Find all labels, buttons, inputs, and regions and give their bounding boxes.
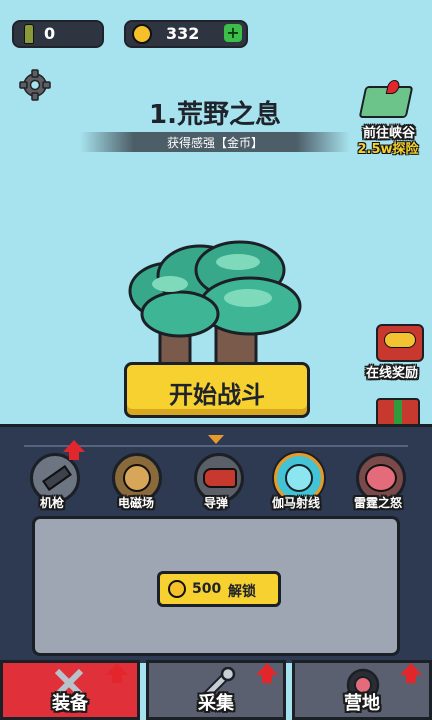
weapon-label-missile: 导弹 — [203, 496, 228, 510]
weapon-label-gamma-ray: 伽马射线 — [271, 496, 320, 510]
electromagnetic-icon — [123, 464, 151, 492]
treasure-chest-icon — [376, 324, 424, 362]
goto-canyon-sub: 2.5w探险 — [357, 142, 419, 157]
ammo-value: 0 — [44, 24, 56, 43]
level-title: 1.荒野之息 — [149, 100, 281, 130]
level-subtitle-bar: 获得感强【金币】 — [80, 132, 350, 152]
online-reward-label: 在线奖励 — [366, 366, 419, 381]
start-battle-button[interactable]: 开始战斗 — [124, 362, 310, 418]
tab-camp-label: 营地 — [344, 693, 380, 714]
gamma-ray-icon — [285, 464, 313, 492]
weapon-label-machine-gun: 机枪 — [39, 496, 64, 510]
unlock-cost: 500 — [192, 581, 222, 597]
plus-icon: + — [226, 23, 240, 42]
upgrade-arrow-icon — [63, 440, 85, 460]
online-reward-button[interactable]: 在线奖励 — [362, 322, 432, 384]
weapon-detail-area: 500 解锁 — [32, 516, 400, 656]
thunder-pig-icon — [365, 464, 397, 492]
missile-icon — [203, 468, 237, 488]
upgrade-arrow-icon — [256, 663, 278, 683]
coin-icon — [132, 24, 152, 44]
settings-button[interactable] — [18, 68, 52, 102]
unlock-label: 解锁 — [228, 584, 256, 600]
ammo-counter: 0 — [12, 20, 104, 48]
coin-value: 332 — [166, 24, 200, 43]
level-subtitle: 获得感强【金币】 — [166, 136, 263, 150]
weapon-label-electromagnetic: 电磁场 — [117, 496, 154, 510]
start-battle-label: 开始战斗 — [169, 381, 265, 409]
add-coin-button[interactable]: + — [224, 24, 242, 42]
weapon-label-thunder-pig: 雷霆之怒 — [353, 496, 402, 510]
bullet-icon — [24, 24, 34, 44]
tab-equipment-label: 装备 — [52, 693, 88, 714]
gear-icon — [19, 69, 51, 101]
goto-canyon-button[interactable]: 前往峡谷 2.5w探险 — [352, 80, 426, 160]
upgrade-arrow-icon — [106, 663, 128, 683]
coin-counter: 332 + — [124, 20, 248, 48]
machine-gun-icon — [42, 465, 72, 491]
unlock-button[interactable]: 500 解锁 — [157, 571, 281, 607]
map-icon — [358, 80, 414, 118]
coin-icon — [168, 580, 186, 598]
tab-gather-label: 采集 — [198, 693, 234, 714]
collapse-arrow-icon[interactable] — [208, 435, 224, 444]
upgrade-arrow-icon — [400, 663, 422, 683]
